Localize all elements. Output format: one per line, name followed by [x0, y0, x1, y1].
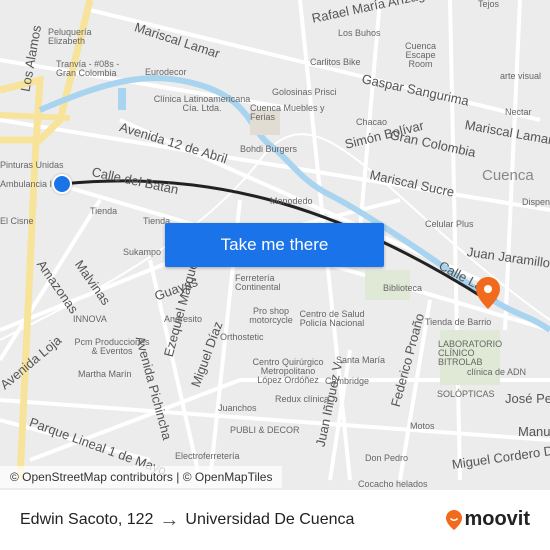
poi-label: Los Buhos [338, 28, 381, 38]
poi-label: Electroferretería [175, 451, 240, 461]
map-attribution[interactable]: © OpenStreetMap contributors | © OpenMap… [0, 466, 283, 488]
poi-label: Sukampo [123, 247, 162, 257]
poi-label: Clínica Latinoamericana Cía. Ltda. [153, 94, 251, 113]
poi-label: Centro Quirúrgico Metropolitano López Or… [252, 357, 324, 385]
poi-label: Biblioteca [383, 283, 423, 293]
street-label: Manuel [518, 424, 550, 439]
moovit-pin-icon [446, 509, 463, 530]
route-title: Edwin Sacoto, 122 → Universidad De Cuenc… [20, 509, 354, 532]
poi-label: clínica de ADN [467, 367, 527, 377]
poi-label: Martha Marín [78, 369, 132, 379]
poi-label: Andresito [164, 314, 203, 324]
poi-label: PUBLI & DECOR [230, 425, 300, 435]
poi-label: Cocacho helados [358, 479, 428, 489]
poi-label: Tranvía - #08s - Gran Colombia [56, 59, 120, 78]
poi-label: Peluquería Elizabeth [48, 27, 92, 46]
poi-label: Monodedo [270, 196, 313, 206]
poi-label: Cambridge [325, 376, 370, 386]
origin-name: Edwin Sacoto, 122 [20, 511, 154, 528]
poi-label: Ferretería Continental [235, 273, 281, 292]
map[interactable]: Mariscal Lamar Rafael María Arízaga Gasp… [0, 0, 550, 490]
poi-label: Bohdi Burgers [240, 144, 298, 154]
poi-label: Cuenca Escape Room [404, 41, 437, 69]
poi-label: Motos [410, 421, 435, 431]
poi-label: El Cisne [0, 216, 34, 226]
poi-label: Golosinas Prisci [272, 87, 337, 97]
moovit-logo: moovit [446, 508, 530, 531]
city-label: Cuenca [482, 167, 534, 184]
origin-marker[interactable] [52, 174, 72, 194]
poi-label: Orthostetic [220, 332, 264, 342]
poi-label: Pinturas Unidas [0, 160, 64, 170]
poi-label: Nectar [505, 107, 532, 117]
destination-name: Universidad De Cuenca [185, 511, 355, 528]
poi-label: Carlitos Bike [310, 57, 361, 67]
poi-label: Santa María [336, 355, 386, 365]
poi-label: Pro shop motorcycle [249, 306, 293, 325]
poi-label: INNOVA [73, 314, 107, 324]
poi-label: Tejos [478, 0, 500, 9]
poi-label: Don Pedro [365, 453, 409, 463]
poi-label: LABORATORIO CLÍNICO BITROLAB [438, 339, 503, 367]
poi-label: Centro de Salud Policía Nacional [299, 309, 365, 328]
poi-label: Tienda de Barrio [425, 317, 492, 327]
poi-label: SOLÓPTICAS [437, 389, 495, 399]
poi-label: Tienda [90, 206, 118, 216]
poi-label: Celular Plus [425, 219, 474, 229]
poi-label: Eurodecor [145, 67, 187, 77]
moovit-wordmark: moovit [464, 508, 530, 530]
poi-label: Pcm Producciones & Eventos [74, 337, 150, 356]
take-me-there-button[interactable]: Take me there [165, 223, 384, 267]
street-label: José Peralta [505, 391, 550, 406]
poi-label: Cuenca Muebles y Ferias [250, 103, 325, 122]
poi-label: Redux clínica [275, 394, 330, 404]
arrow-right-icon: → [159, 508, 180, 531]
poi-label: arte visual [500, 71, 542, 81]
poi-label: Dispen [522, 197, 550, 207]
poi-label: Chacao [356, 117, 388, 127]
poi-label: Juanchos [218, 403, 257, 413]
